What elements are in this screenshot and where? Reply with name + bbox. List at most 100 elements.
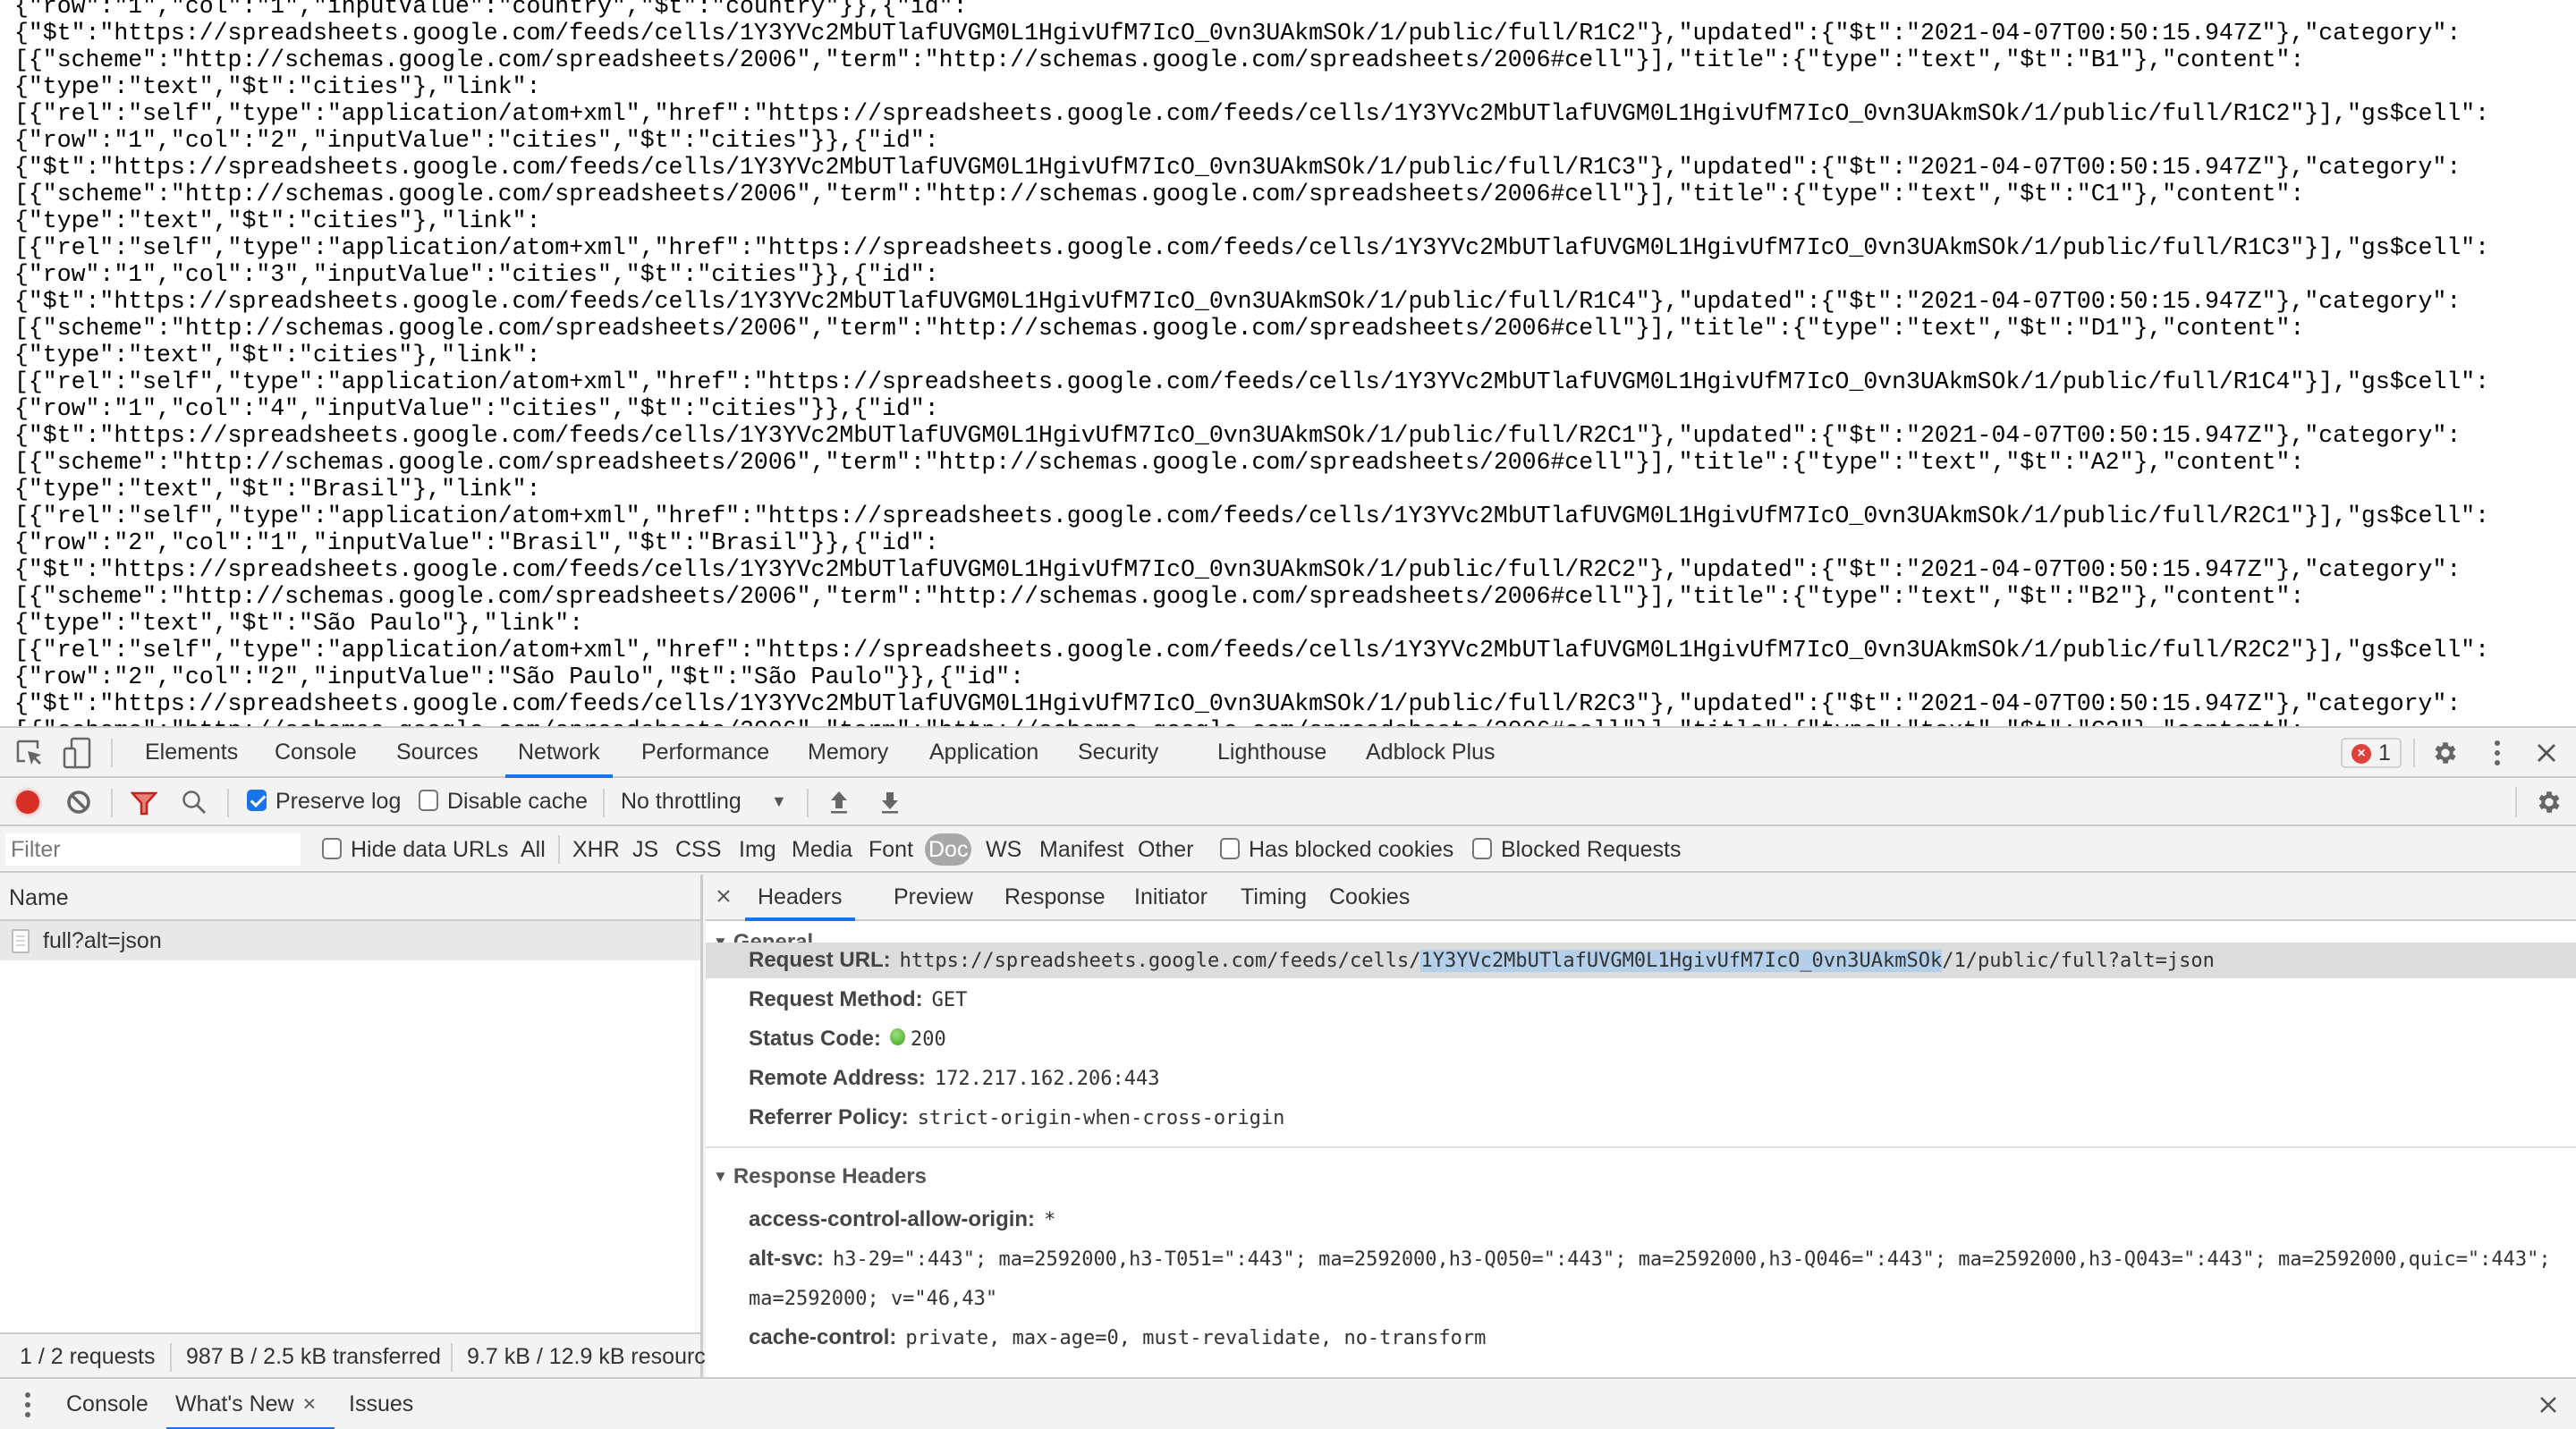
tab-network[interactable]: Network bbox=[505, 728, 613, 778]
tab-adblock-plus[interactable]: Adblock Plus bbox=[1353, 728, 1508, 776]
blocked-requests-check[interactable] bbox=[1472, 838, 1492, 860]
device-toolbar-icon[interactable] bbox=[63, 737, 91, 769]
drawer-tab-console[interactable]: Console bbox=[57, 1379, 157, 1429]
tab-security[interactable]: Security bbox=[1065, 728, 1171, 776]
json-code-line: {"$t":"https://spreadsheets.google.com/f… bbox=[14, 556, 2462, 583]
toolbar-divider bbox=[111, 739, 113, 767]
request-row[interactable]: full?alt=json bbox=[0, 921, 700, 960]
record-button[interactable] bbox=[16, 791, 39, 814]
blocked-requests-label: Blocked Requests bbox=[1501, 837, 1682, 862]
json-code-line: {"type":"text","$t":"Brasil"},"link": bbox=[14, 476, 541, 503]
disable-cache-checkbox[interactable]: Disable cache bbox=[419, 778, 588, 824]
clear-icon[interactable] bbox=[66, 790, 91, 815]
inspect-element-icon[interactable] bbox=[16, 740, 43, 766]
hide-data-urls-checkbox[interactable]: Hide data URLs bbox=[322, 826, 508, 873]
has-blocked-cookies-check[interactable] bbox=[1220, 838, 1240, 860]
header-value: private, max-age=0, must-revalidate, no-… bbox=[905, 1327, 1487, 1349]
filter-input[interactable] bbox=[5, 833, 301, 866]
error-count-badge[interactable]: × 1 bbox=[2341, 738, 2402, 768]
type-filter-font[interactable]: Font bbox=[865, 833, 917, 866]
preserve-log-checkbox[interactable]: Preserve log bbox=[247, 778, 401, 824]
error-count: 1 bbox=[2378, 740, 2391, 765]
has-blocked-cookies-checkbox[interactable]: Has blocked cookies bbox=[1220, 826, 1453, 873]
tab-performance[interactable]: Performance bbox=[629, 728, 782, 776]
type-filter-doc[interactable]: Doc bbox=[925, 833, 972, 866]
status-code-label: Status Code: bbox=[749, 1027, 882, 1051]
close-detail-icon[interactable] bbox=[716, 889, 731, 903]
json-code-line: [{"scheme":"http://schemas.google.com/sp… bbox=[14, 315, 2305, 342]
filter-icon[interactable] bbox=[130, 791, 158, 816]
json-code-line: {"$t":"https://spreadsheets.google.com/f… bbox=[14, 690, 2462, 717]
transferred-size: 987 B / 2.5 kB transferred bbox=[186, 1344, 441, 1369]
type-filter-img[interactable]: Img bbox=[735, 833, 780, 866]
tab-headers[interactable]: Headers bbox=[745, 875, 855, 921]
preserve-log-label: Preserve log bbox=[275, 789, 402, 814]
request-url-value[interactable]: https://spreadsheets.google.com/feeds/ce… bbox=[900, 950, 2215, 972]
tab-lighthouse[interactable]: Lighthouse bbox=[1205, 728, 1339, 776]
type-filter-manifest[interactable]: Manifest bbox=[1036, 833, 1127, 866]
throttling-select[interactable]: No throttling ▼ bbox=[621, 778, 787, 824]
blocked-requests-checkbox[interactable]: Blocked Requests bbox=[1472, 826, 1682, 873]
close-devtools-icon[interactable] bbox=[2536, 742, 2557, 764]
json-code-line: {"row":"1","col":"2","inputValue":"citie… bbox=[14, 127, 939, 154]
tab-application[interactable]: Application bbox=[917, 728, 1051, 776]
response-header-row: cache-control: private, max-age=0, must-r… bbox=[749, 1320, 1486, 1357]
tab-timing[interactable]: Timing bbox=[1228, 875, 1319, 921]
drawer-menu-icon[interactable] bbox=[23, 1391, 32, 1418]
type-filter-other[interactable]: Other bbox=[1134, 833, 1198, 866]
url-selected-text: 1Y3YVc2MbUTlafUVGM0L1HgivUfM7IcO_0vn3UAk… bbox=[1420, 950, 1943, 972]
referrer-policy-label: Referrer Policy: bbox=[749, 1105, 909, 1129]
tab-console[interactable]: Console bbox=[262, 728, 369, 776]
drawer-tab-whats-new[interactable]: What's New × bbox=[166, 1379, 335, 1429]
tab-cookies[interactable]: Cookies bbox=[1317, 875, 1422, 921]
tab-initiator[interactable]: Initiator bbox=[1122, 875, 1220, 921]
json-code-line: [{"scheme":"http://schemas.google.com/sp… bbox=[14, 583, 2305, 610]
tab-response[interactable]: Response bbox=[992, 875, 1118, 921]
tab-sources[interactable]: Sources bbox=[384, 728, 491, 776]
tab-memory[interactable]: Memory bbox=[795, 728, 901, 776]
settings-gear-icon[interactable] bbox=[2431, 739, 2460, 767]
preserve-log-check[interactable] bbox=[247, 790, 267, 812]
json-code-line: {"$t":"https://spreadsheets.google.com/f… bbox=[14, 422, 2462, 449]
section-divider bbox=[706, 1146, 2576, 1148]
referrer-policy-value: strict-origin-when-cross-origin bbox=[917, 1107, 1285, 1129]
toolbar-divider bbox=[111, 789, 113, 817]
type-filter-xhr[interactable]: XHR bbox=[569, 833, 623, 866]
collapse-triangle-icon: ▼ bbox=[713, 1168, 728, 1185]
json-code-line: [{"rel":"self","type":"application/atom+… bbox=[14, 637, 2490, 664]
response-headers-section-toggle[interactable]: ▼ Response Headers bbox=[713, 1159, 927, 1196]
import-har-icon[interactable] bbox=[828, 790, 850, 815]
devtools-tabbar: Elements Console Sources Network Perform… bbox=[0, 728, 2576, 778]
export-har-icon[interactable] bbox=[879, 790, 901, 815]
more-options-icon[interactable] bbox=[2492, 739, 2503, 767]
page-json-content: {"row":"1","col":"1","inputValue":"count… bbox=[0, 0, 2576, 726]
column-header-name[interactable]: Name bbox=[0, 875, 700, 921]
response-header-row: access-control-allow-origin: * bbox=[749, 1202, 1055, 1239]
toolbar-divider bbox=[2413, 739, 2415, 767]
json-code-line: [{"scheme":"http://schemas.google.com/sp… bbox=[14, 47, 2305, 73]
tab-preview[interactable]: Preview bbox=[881, 875, 986, 921]
close-tab-icon[interactable]: × bbox=[303, 1391, 317, 1416]
close-drawer-icon[interactable] bbox=[2538, 1395, 2558, 1415]
type-filter-js[interactable]: JS bbox=[629, 833, 662, 866]
type-filter-all[interactable]: All bbox=[517, 833, 549, 866]
hide-data-urls-check[interactable] bbox=[322, 838, 342, 860]
status-divider bbox=[451, 1343, 453, 1372]
response-headers-title: Response Headers bbox=[733, 1164, 927, 1188]
disable-cache-check[interactable] bbox=[419, 790, 438, 812]
tab-elements[interactable]: Elements bbox=[132, 728, 250, 776]
network-settings-gear-icon[interactable] bbox=[2535, 788, 2563, 816]
json-code-line: [{"scheme":"http://schemas.google.com/sp… bbox=[14, 717, 2489, 726]
json-code-line: [{"rel":"self","type":"application/atom+… bbox=[14, 503, 2490, 529]
document-icon bbox=[12, 929, 30, 953]
devtools-drawer: Console What's New × Issues bbox=[0, 1377, 2576, 1429]
type-filter-ws[interactable]: WS bbox=[982, 833, 1025, 866]
remote-address-label: Remote Address: bbox=[749, 1066, 926, 1090]
type-filter-css[interactable]: CSS bbox=[672, 833, 724, 866]
toolbar-divider bbox=[227, 789, 229, 817]
url-suffix: /1/public/full?alt=json bbox=[1942, 950, 2215, 972]
type-filter-media[interactable]: Media bbox=[788, 833, 856, 866]
json-code-line: {"row":"1","col":"3","inputValue":"citie… bbox=[14, 261, 939, 288]
drawer-tab-issues[interactable]: Issues bbox=[340, 1379, 422, 1429]
search-icon[interactable] bbox=[181, 789, 208, 816]
